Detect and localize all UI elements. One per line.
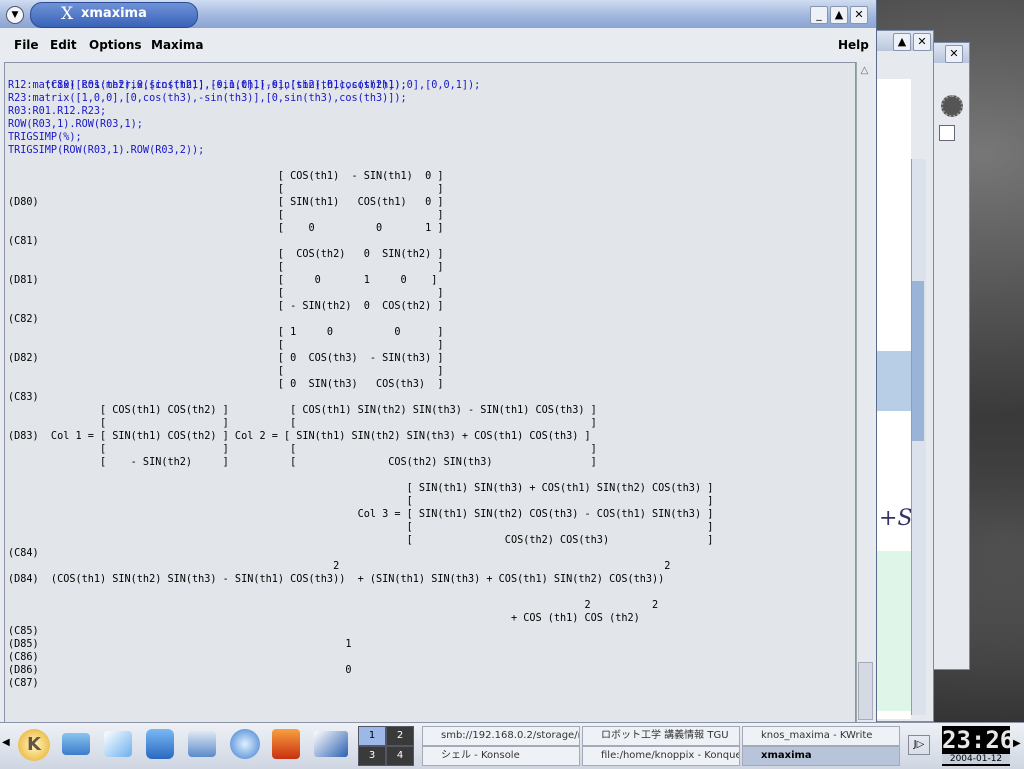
desktop-4-button[interactable]: 4 [386,746,414,766]
input-line: R12:matrix([cos(th2),0,sin(th2)],[0,1,0]… [8,80,407,91]
taskbar-scroll-right-icon[interactable]: ▶ [1013,738,1021,749]
close-icon[interactable]: ✕ [850,6,868,24]
output-line: (D86) 0 [8,665,352,676]
paint-icon[interactable] [104,731,132,757]
output-line: [ ] [8,262,444,273]
k-menu-icon[interactable]: K [18,729,50,761]
clock-date: 2004-01-12 [942,754,1010,764]
output-line: (C81) [8,236,39,247]
output-line: (D80) [ SIN(th1) COS(th1) 0 ] [8,197,444,208]
vertical-scrollbar[interactable]: △ [856,62,873,722]
home-icon[interactable] [146,729,174,759]
menu-edit[interactable]: Edit [50,38,77,52]
output-line: Col 3 = [ SIN(th1) SIN(th2) COS(th3) - C… [8,509,714,520]
output-line: [ SIN(th1) SIN(th3) + COS(th1) SIN(th2) … [8,483,714,494]
task-button[interactable]: smb://192.168.0.2/storage/n [422,726,580,746]
output-line: [ COS(th2) COS(th3) ] [8,535,714,546]
maximize-icon[interactable]: ▲ [893,33,911,51]
output-line: [ ] [8,496,714,507]
tray-icon[interactable]: J▷ [908,735,930,755]
output-line: [ ] [ ] [8,444,597,455]
output-line: [ 0 0 1 ] [8,223,444,234]
close-icon[interactable]: ✕ [913,33,931,51]
menu-file[interactable]: File [14,38,39,52]
output-line: [ ] [ ] [8,418,597,429]
office-icon[interactable] [314,731,348,757]
input-line: ROW(R03,1).ROW(R03,1); [8,119,143,130]
output-line: (C84) [8,548,39,559]
output-line: [ 0 SIN(th3) COS(th3) ] [8,379,444,390]
desktop-3-button[interactable]: 3 [358,746,386,766]
close-icon[interactable]: ✕ [945,45,963,63]
output-line: (C85) [8,626,39,637]
input-line: R23:matrix([1,0,0],[0,cos(th3),-sin(th3)… [8,93,407,104]
output-line: [ ] [8,184,444,195]
output-line: (C86) [8,652,39,663]
input-line: R03:R01.R12.R23; [8,106,107,117]
task-button-active[interactable]: xmaxima [742,746,900,766]
output-line: + COS (th1) COS (th2) [8,613,640,624]
output-line: [ 1 0 0 ] [8,327,444,338]
output-line: (D85) 1 [8,639,352,650]
gear-icon[interactable] [941,95,963,117]
scroll-thumb[interactable] [912,281,924,441]
clock[interactable]: 23:26 2004-01-12 [942,726,1015,766]
output-line: [ COS(th1) - SIN(th1) 0 ] [8,171,444,182]
task-button[interactable]: file:/home/knoppix - Konquer [582,746,740,766]
background-window-2[interactable]: ▲ ✕ +S [876,30,934,722]
output-line: [ ] [8,340,444,351]
output-line: [ - SIN(th2) ] [ COS(th2) SIN(th3) ] [8,457,597,468]
scroll-up-icon[interactable]: △ [858,64,871,77]
xmaxima-window[interactable]: ▼ X xmaxima _ ▲ ✕ File Edit Options Maxi… [0,0,877,724]
highlight-row [877,351,911,411]
task-button[interactable]: knos_maxima - KWrite [742,726,900,746]
session-text-area[interactable]: (C80) R01:matrix([cos(th1),-sin(th1),0],… [4,62,856,724]
scroll-thumb[interactable] [858,662,873,720]
input-line: TRIGSIMP(%); [8,132,82,143]
task-button[interactable]: シェル - Konsole [422,746,580,766]
output-line: (C83) [8,392,39,403]
window-menu-icon[interactable]: ▼ [6,6,24,24]
formula-fragment: +S [877,506,913,550]
output-line: [ ] [8,210,444,221]
x-logo-icon: X [61,4,74,24]
menu-help[interactable]: Help [838,38,869,52]
taskbar-scroll-left-icon[interactable]: ◀ [2,737,10,748]
menu-options[interactable]: Options [89,38,142,52]
browser-icon[interactable] [230,729,260,759]
clock-time: 23:26 [942,726,1015,754]
green-panel [877,551,911,711]
maximize-icon[interactable]: ▲ [830,6,848,24]
taskbar: ◀ K 1 2 3 4 smb://192.168.0.2/storage/n … [0,722,1024,769]
app-icon[interactable] [272,729,300,759]
title-tab[interactable]: X xmaxima [30,2,198,28]
output-line: (C87) [8,678,39,689]
task-button[interactable]: ロボット工学 講義情報 TGU [582,726,740,746]
output-line: [ COS(th1) COS(th2) ] [ COS(th1) SIN(th2… [8,405,597,416]
menu-bar: File Edit Options Maxima Help [0,30,876,58]
output-line: (D82) [ 0 COS(th3) - SIN(th3) ] [8,353,444,364]
output-line: (C82) [8,314,39,325]
input-line: TRIGSIMP(ROW(R03,1).ROW(R03,2)); [8,145,205,156]
minimize-icon[interactable]: _ [810,6,828,24]
output-line: [ ] [8,522,714,533]
window-title: xmaxima [81,6,147,21]
output-line: (D84) (COS(th1) SIN(th2) SIN(th3) - SIN(… [8,574,665,585]
output-line: [ COS(th2) 0 SIN(th2) ] [8,249,444,260]
desktop-1-button[interactable]: 1 [358,726,386,746]
output-line: (D83) Col 1 = [ SIN(th1) COS(th2) ] Col … [8,431,591,442]
output-line: 2 2 [8,561,671,572]
output-line: [ ] [8,366,444,377]
terminal-icon[interactable] [188,731,216,757]
output-line: [ ] [8,288,444,299]
show-desktop-icon[interactable] [62,733,90,755]
output-line: (D81) [ 0 1 0 ] [8,275,438,286]
output-line: 2 2 [8,600,659,611]
restore-icon[interactable] [939,125,955,141]
title-bar[interactable]: ▼ X xmaxima _ ▲ ✕ [0,0,876,28]
desktop-2-button[interactable]: 2 [386,726,414,746]
output-line: [ - SIN(th2) 0 COS(th2) ] [8,301,444,312]
menu-maxima[interactable]: Maxima [151,38,204,52]
